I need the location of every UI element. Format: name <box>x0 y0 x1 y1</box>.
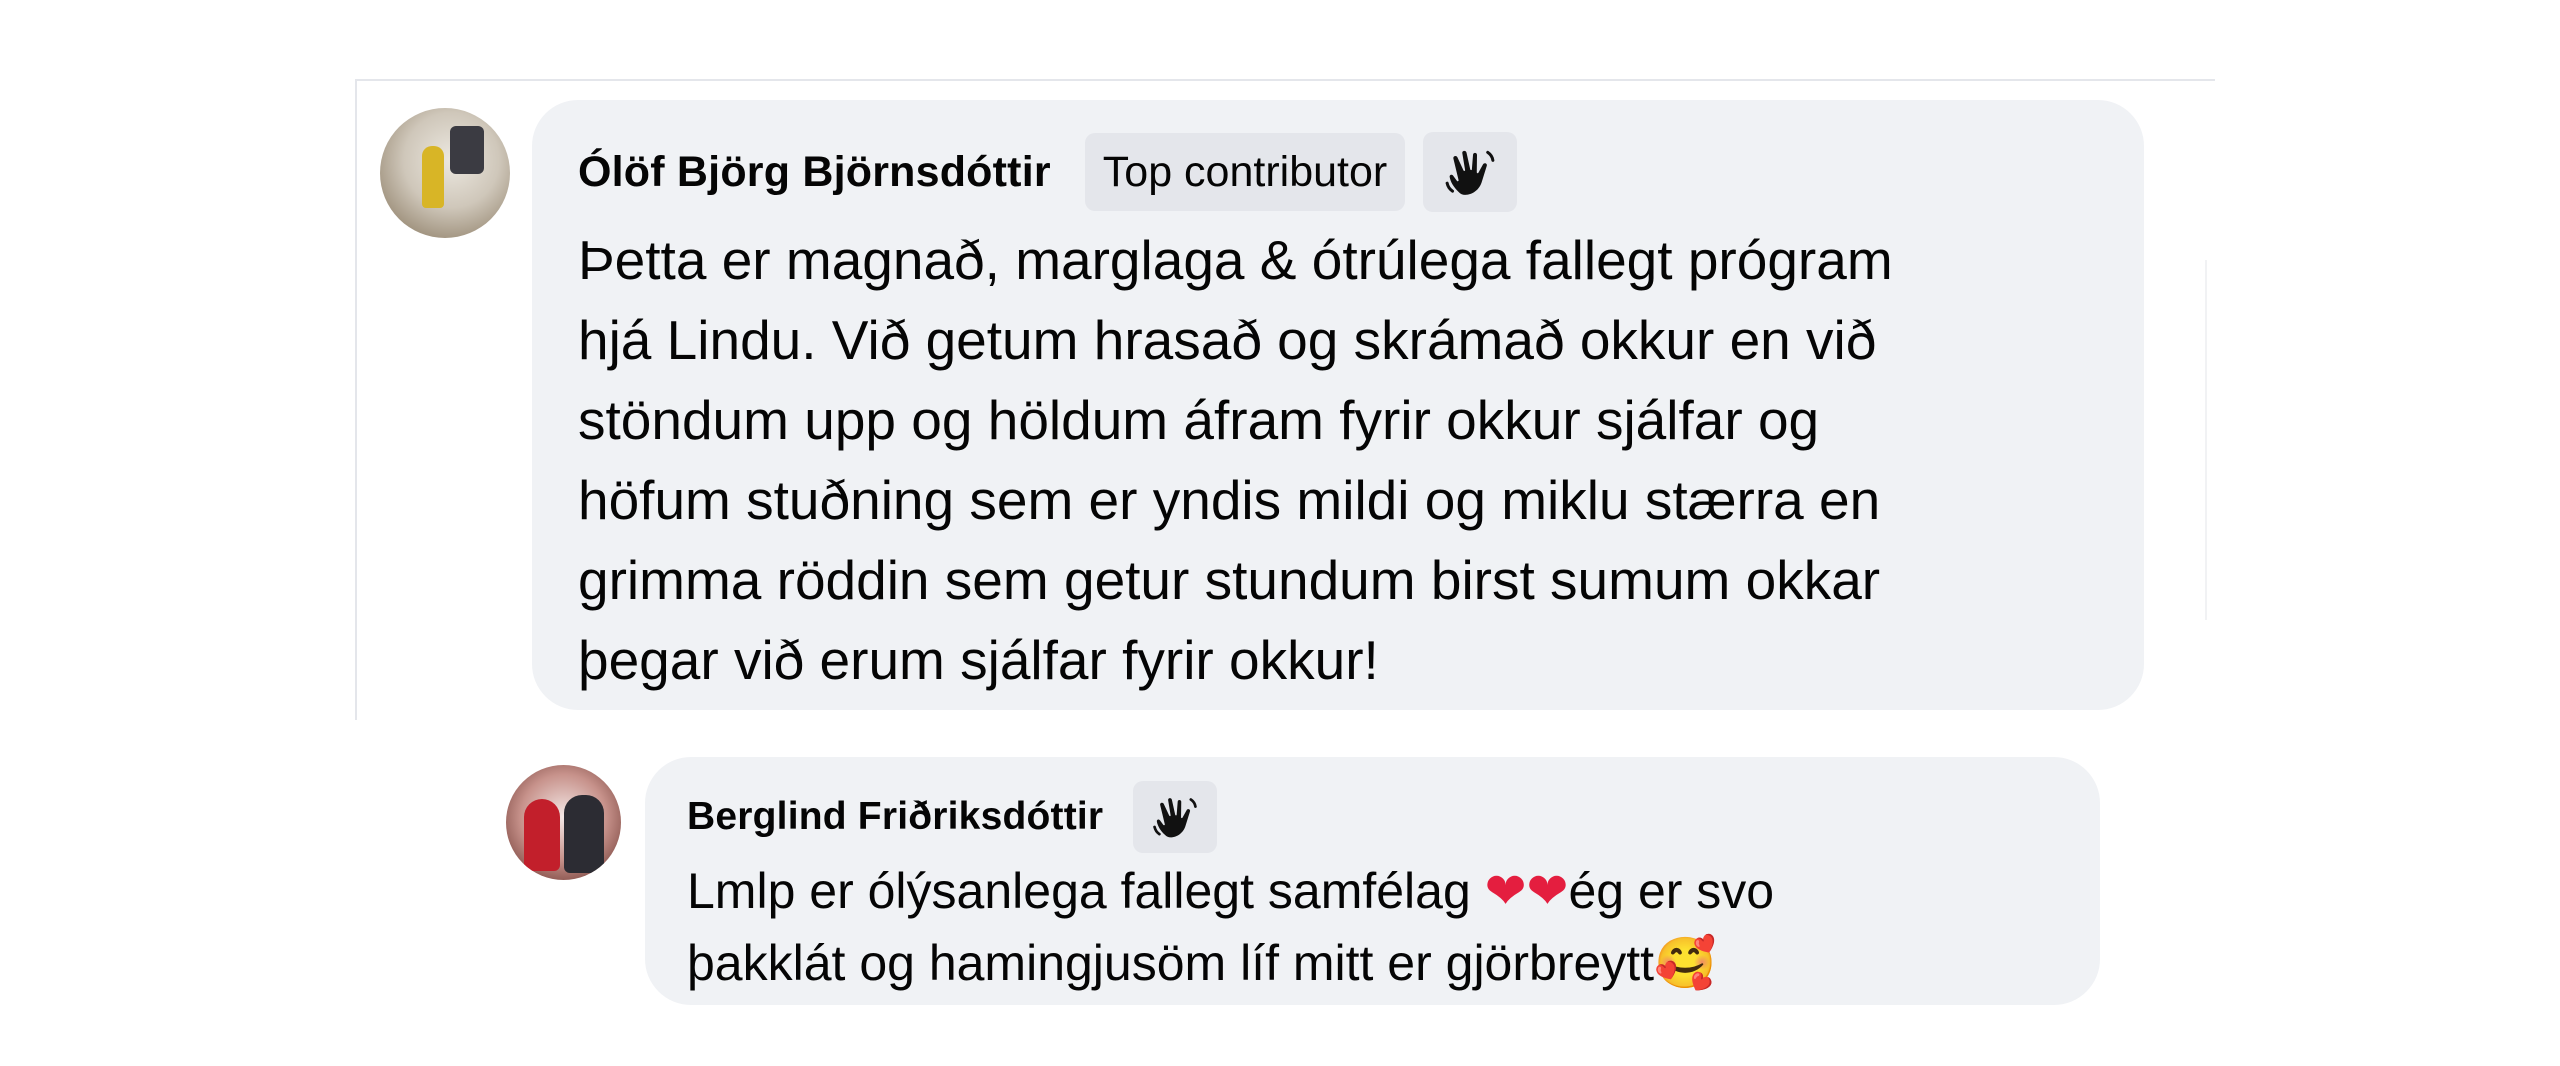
comment-line: höfum stuðning sem er yndis mildi og mik… <box>578 469 1881 531</box>
avatar[interactable] <box>380 108 510 238</box>
divider <box>2205 260 2207 620</box>
comment-line: grimma röddin sem getur stundum birst su… <box>578 549 1881 611</box>
comment-line: þegar við erum sjálfar fyrir okkur! <box>578 629 1379 691</box>
comment-text: Þetta er magnað, marglaga & ótrúlega fal… <box>578 220 2100 700</box>
top-contributor-badge[interactable]: Top contributor <box>1084 133 1406 211</box>
comment-line: Þetta er magnað, marglaga & ótrúlega fal… <box>578 229 1893 291</box>
heart-emoji: ❤❤ <box>1484 862 1569 920</box>
comment-header: Ólöf Björg Björnsdóttir Top contributor <box>578 132 2100 212</box>
author-name[interactable]: Ólöf Björg Björnsdóttir <box>578 148 1051 197</box>
comment-line: þakklát og hamingjusöm líf mitt er gjörb… <box>687 935 1655 991</box>
thread-line <box>355 80 357 720</box>
avatar-photo <box>564 795 604 873</box>
comment-line: stöndum upp og höldum áfram fyrir okkur … <box>578 389 1820 451</box>
reply-bubble: Berglind Friðriksdóttir Lmlp er ólýsanle… <box>645 757 2100 1005</box>
avatar-photo <box>524 799 560 871</box>
comment-line: Lmlp er ólýsanlega fallegt samfélag <box>687 863 1485 919</box>
comment-line: ég er svo <box>1568 863 1775 919</box>
avatar[interactable] <box>506 765 621 880</box>
avatar-photo <box>450 126 484 174</box>
wave-hand-icon[interactable] <box>1423 132 1518 212</box>
comment-line: hjá Lindu. Við getum hrasað og skrámað o… <box>578 309 1877 371</box>
avatar-photo <box>422 146 444 208</box>
wave-hand-icon[interactable] <box>1133 781 1218 853</box>
author-name[interactable]: Berglind Friðriksdóttir <box>687 795 1103 839</box>
smiling-hearts-emoji: 🥰 <box>1654 934 1717 992</box>
reply-text: Lmlp er ólýsanlega fallegt samfélag ❤❤ég… <box>687 855 2060 999</box>
comment-header: Berglind Friðriksdóttir <box>687 781 2060 853</box>
comment-thread: Ólöf Björg Björnsdóttir Top contributor … <box>0 0 2560 1066</box>
divider <box>355 79 2215 81</box>
comment-bubble: Ólöf Björg Björnsdóttir Top contributor … <box>532 100 2144 710</box>
